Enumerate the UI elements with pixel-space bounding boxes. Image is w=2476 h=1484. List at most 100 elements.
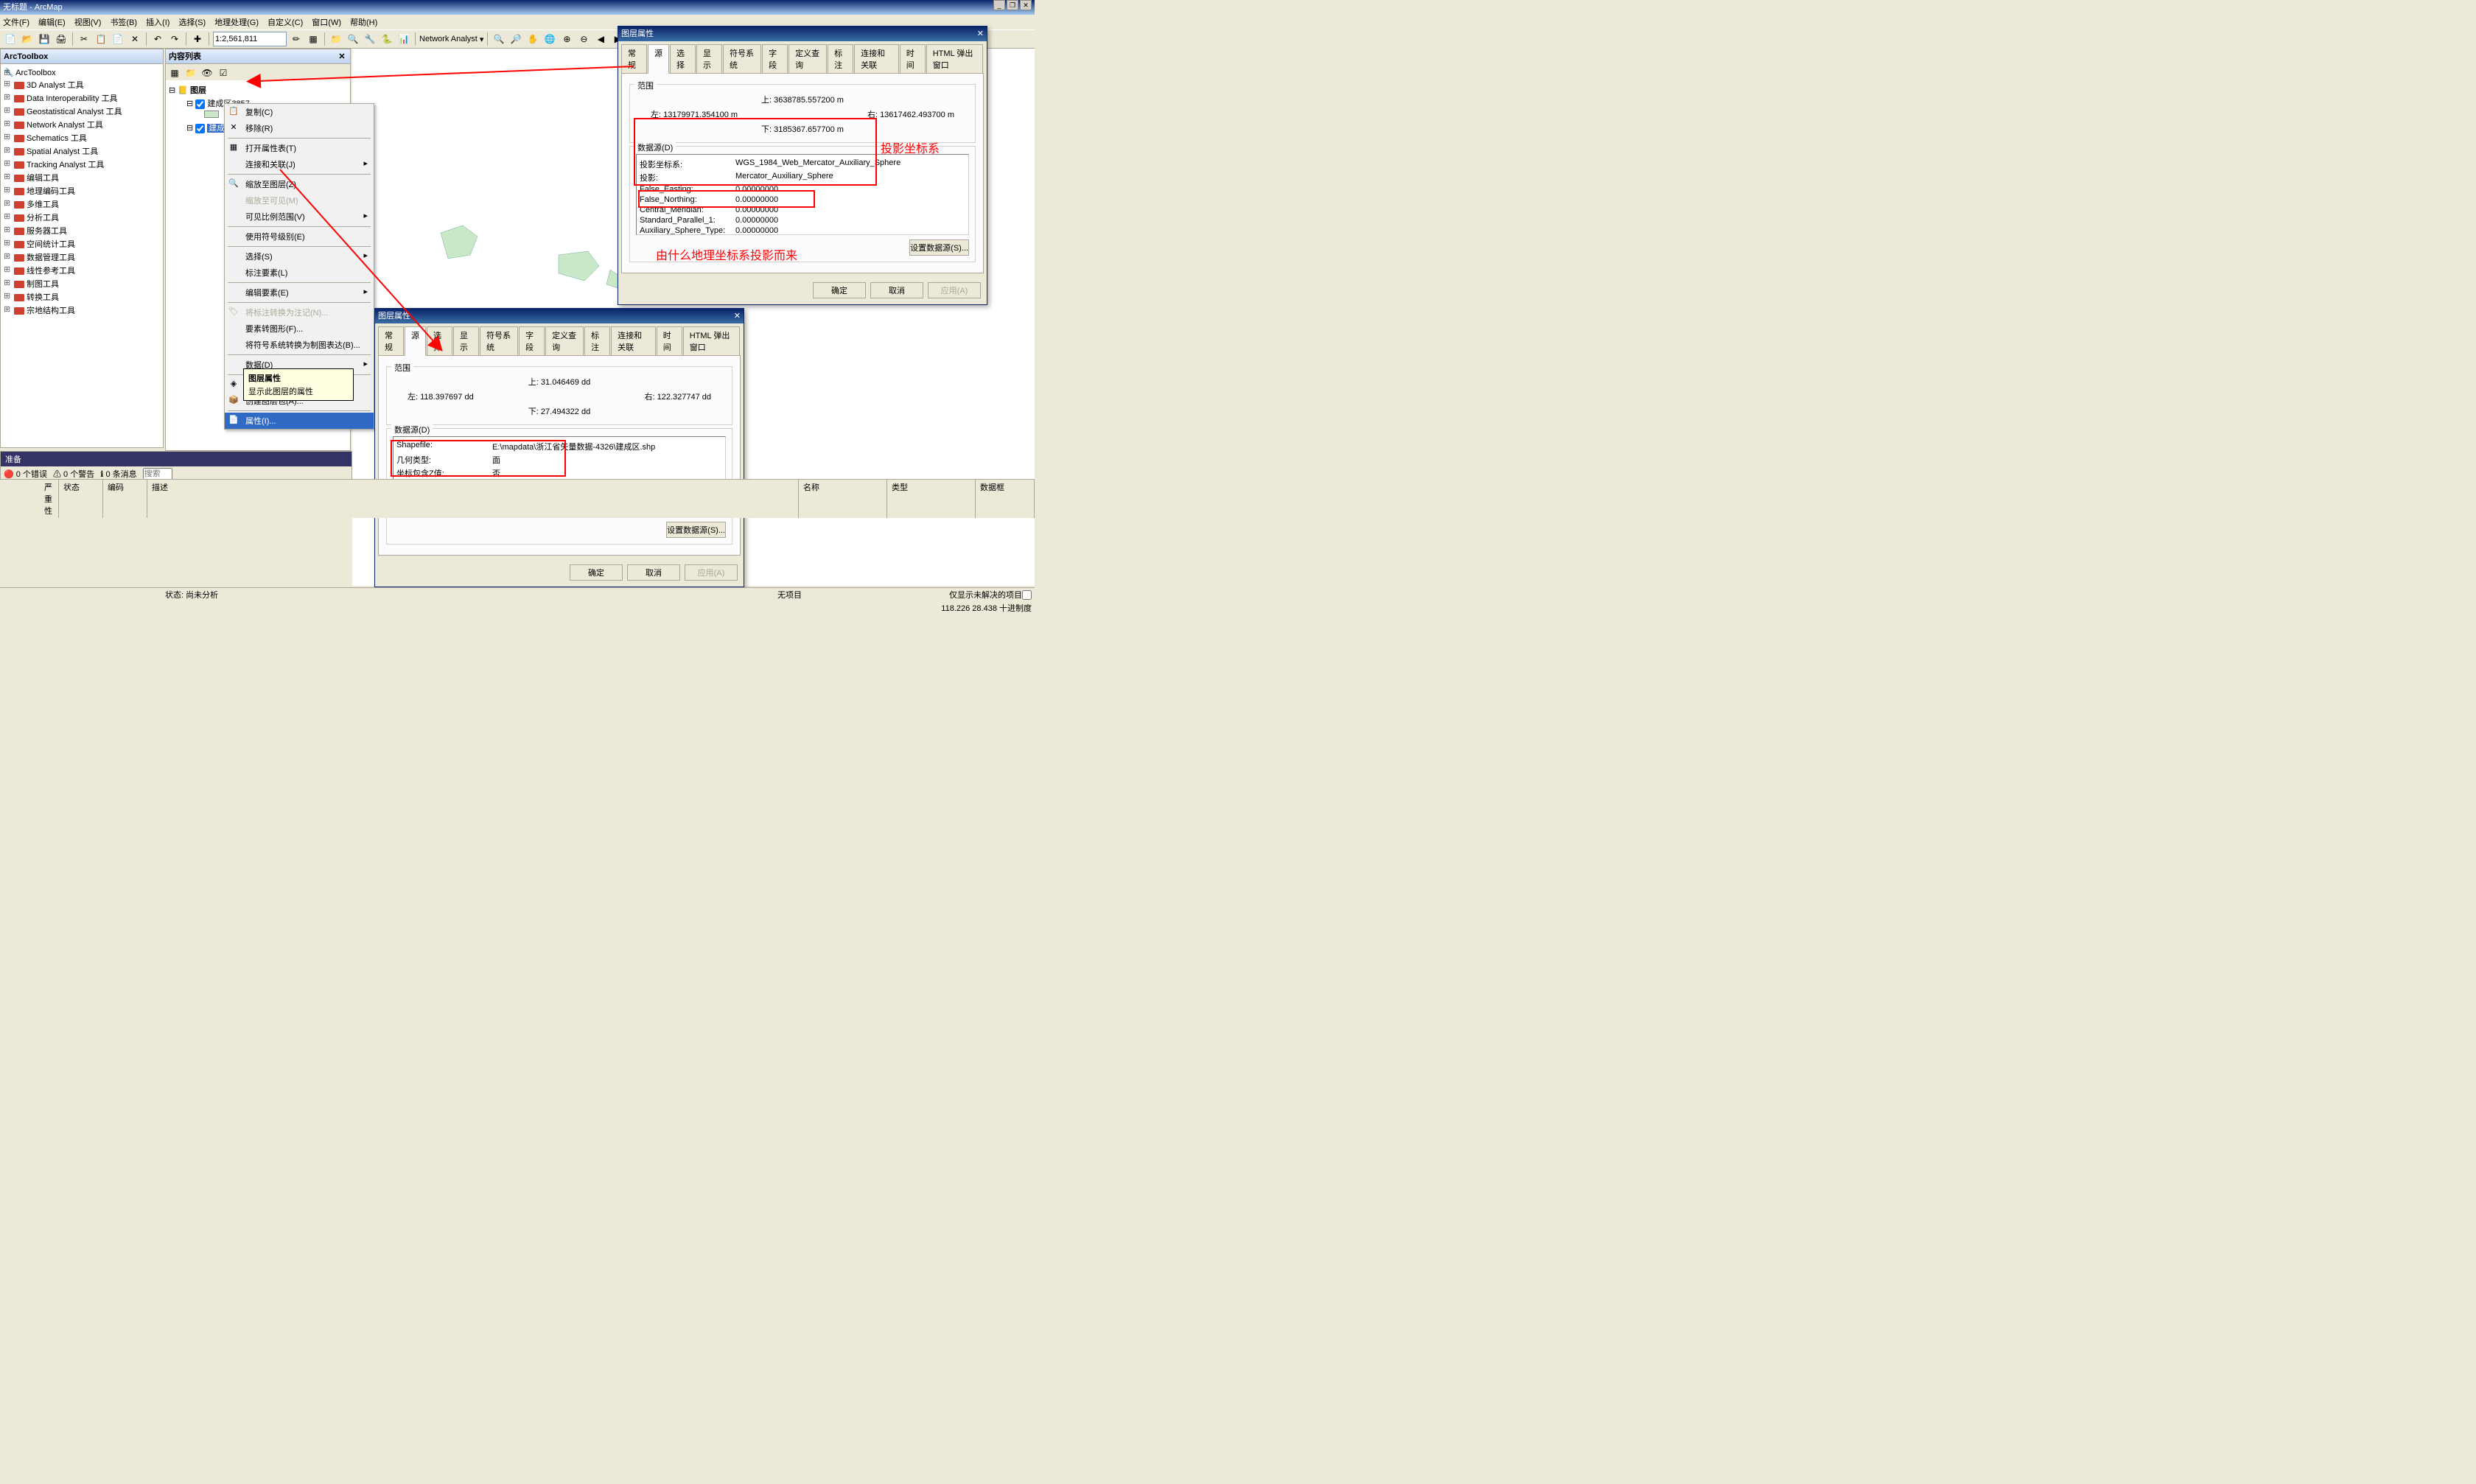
dialog-tab[interactable]: 选择 (670, 44, 696, 73)
context-menu-item[interactable]: 📋复制(C) (225, 104, 374, 120)
datasource-box[interactable]: 投影坐标系:WGS_1984_Web_Mercator_Auxiliary_Sp… (636, 154, 969, 235)
layer-checkbox[interactable] (195, 124, 205, 133)
menu-select[interactable]: 选择(S) (178, 16, 206, 28)
error-count[interactable]: 🔴 0 个错误 (4, 468, 47, 480)
dialog-tab[interactable]: HTML 弹出窗口 (683, 326, 740, 355)
dialog-tab[interactable]: 符号系统 (480, 326, 518, 355)
layer-checkbox[interactable] (195, 99, 205, 109)
menu-bookmarks[interactable]: 书签(B) (110, 16, 137, 28)
set-datasource-button[interactable]: 设置数据源(S)... (666, 522, 726, 538)
info-count[interactable]: ℹ 0 条消息 (100, 468, 136, 480)
dialog-tab[interactable]: 源 (648, 44, 669, 74)
context-menu-item[interactable]: ▦打开属性表(T) (225, 140, 374, 156)
dropdown-icon[interactable]: ▾ (480, 35, 484, 44)
context-menu-item[interactable]: 标注要素(L) (225, 265, 374, 281)
col-name[interactable]: 名称 (799, 480, 887, 518)
dialog-tab[interactable]: 字段 (762, 44, 788, 73)
warning-count[interactable]: ⚠ 0 个警告 (53, 468, 94, 480)
toolbox-item[interactable]: 转换工具 (4, 290, 160, 304)
cancel-button[interactable]: 取消 (627, 564, 680, 581)
unresolved-checkbox[interactable] (1022, 590, 1032, 600)
toolbox-item[interactable]: Spatial Analyst 工具 (4, 144, 160, 158)
dialog-tab[interactable]: HTML 弹出窗口 (926, 44, 983, 73)
model-icon[interactable]: 📊 (396, 32, 411, 46)
apply-button[interactable]: 应用(A) (928, 282, 981, 298)
dialog-tab[interactable]: 定义查询 (788, 44, 827, 73)
dialog-titlebar[interactable]: 图层属性 ✕ (618, 27, 987, 41)
menu-customize[interactable]: 自定义(C) (267, 16, 303, 28)
col-desc[interactable]: 描述 (147, 480, 799, 518)
close-button[interactable]: ✕ (1020, 0, 1032, 10)
toolbox-item[interactable]: Network Analyst 工具 (4, 118, 160, 131)
search-icon[interactable]: 🔍 (346, 32, 360, 46)
toc-title[interactable]: 内容列表 ✕ (166, 49, 350, 64)
paste-icon[interactable]: 📄 (111, 32, 125, 46)
pan-icon[interactable]: ✋ (525, 32, 540, 46)
print-icon[interactable]: 🖨 (54, 32, 69, 46)
dialog-tab[interactable]: 字段 (519, 326, 545, 355)
toc-icon[interactable]: ▦ (306, 32, 321, 46)
menu-insert[interactable]: 插入(I) (146, 16, 169, 28)
ok-button[interactable]: 确定 (813, 282, 866, 298)
list-by-drawing-icon[interactable]: ▦ (167, 66, 182, 80)
undo-icon[interactable]: ↶ (150, 32, 165, 46)
dialog-tab[interactable]: 常规 (621, 44, 647, 73)
fixed-zoom-out-icon[interactable]: ⊖ (576, 32, 591, 46)
list-by-source-icon[interactable]: 📁 (183, 66, 198, 80)
menu-view[interactable]: 视图(V) (74, 16, 102, 28)
toolbox-item[interactable]: Data Interoperability 工具 (4, 91, 160, 105)
save-icon[interactable]: 💾 (37, 32, 52, 46)
toolbox-item[interactable]: 线性参考工具 (4, 264, 160, 277)
toolbox-item[interactable]: 编辑工具 (4, 171, 160, 184)
menu-geoprocessing[interactable]: 地理处理(G) (214, 16, 259, 28)
fixed-zoom-in-icon[interactable]: ⊕ (559, 32, 574, 46)
context-menu-item[interactable]: 🔍缩放至图层(Z) (225, 176, 374, 192)
full-extent-icon[interactable]: 🌐 (542, 32, 557, 46)
zoom-out-icon[interactable]: 🔎 (508, 32, 523, 46)
ok-button[interactable]: 确定 (570, 564, 623, 581)
add-data-icon[interactable]: ✚ (190, 32, 205, 46)
catalog-icon[interactable]: 📁 (329, 32, 343, 46)
minimize-button[interactable]: _ (993, 0, 1005, 10)
dialog-titlebar[interactable]: 图层属性 ✕ (375, 309, 744, 323)
python-icon[interactable]: 🐍 (380, 32, 394, 46)
dialog-tab[interactable]: 源 (405, 326, 426, 356)
set-datasource-button[interactable]: 设置数据源(S)... (909, 239, 969, 256)
context-menu-item[interactable]: 编辑要素(E)▸ (225, 284, 374, 301)
network-analyst-label[interactable]: Network Analyst (419, 35, 478, 43)
list-by-visibility-icon[interactable]: 👁 (200, 66, 214, 80)
apply-button[interactable]: 应用(A) (685, 564, 738, 581)
menu-window[interactable]: 窗口(W) (312, 16, 341, 28)
col-severity[interactable]: 严重性 (0, 480, 59, 518)
layer-symbol[interactable] (204, 111, 219, 118)
dialog-tab[interactable]: 时间 (657, 326, 682, 355)
toolbox-item[interactable]: 多维工具 (4, 197, 160, 211)
open-icon[interactable]: 📂 (20, 32, 35, 46)
cut-icon[interactable]: ✂ (77, 32, 91, 46)
dialog-tab[interactable]: 显示 (696, 44, 722, 73)
menu-help[interactable]: 帮助(H) (350, 16, 377, 28)
context-menu-item[interactable]: 要素转图形(F)... (225, 321, 374, 337)
context-menu-item[interactable]: 选择(S)▸ (225, 248, 374, 265)
back-icon[interactable]: ◀ (593, 32, 608, 46)
dialog-tab[interactable]: 连接和关联 (611, 326, 656, 355)
toolbox-item[interactable]: Schematics 工具 (4, 131, 160, 144)
toolbox-item[interactable]: 分析工具 (4, 211, 160, 224)
context-menu-item[interactable]: ✕移除(R) (225, 120, 374, 136)
editor-icon[interactable]: ✏ (289, 32, 304, 46)
message-search[interactable] (143, 468, 172, 480)
dialog-tab[interactable]: 常规 (378, 326, 404, 355)
scale-input[interactable] (213, 32, 287, 46)
dialog-tab[interactable]: 定义查询 (545, 326, 584, 355)
dialog-close-icon[interactable]: ✕ (734, 309, 741, 323)
toolbox-item[interactable]: 空间统计工具 (4, 237, 160, 251)
toolbox-item[interactable]: 地理编码工具 (4, 184, 160, 197)
toolbox-item[interactable]: Tracking Analyst 工具 (4, 158, 160, 171)
redo-icon[interactable]: ↷ (167, 32, 182, 46)
cancel-button[interactable]: 取消 (870, 282, 923, 298)
dialog-close-icon[interactable]: ✕ (977, 27, 984, 41)
context-menu-item[interactable]: 将符号系统转换为制图表达(B)... (225, 337, 374, 353)
menu-file[interactable]: 文件(F) (3, 16, 29, 28)
delete-icon[interactable]: ✕ (127, 32, 142, 46)
dialog-tab[interactable]: 显示 (453, 326, 479, 355)
